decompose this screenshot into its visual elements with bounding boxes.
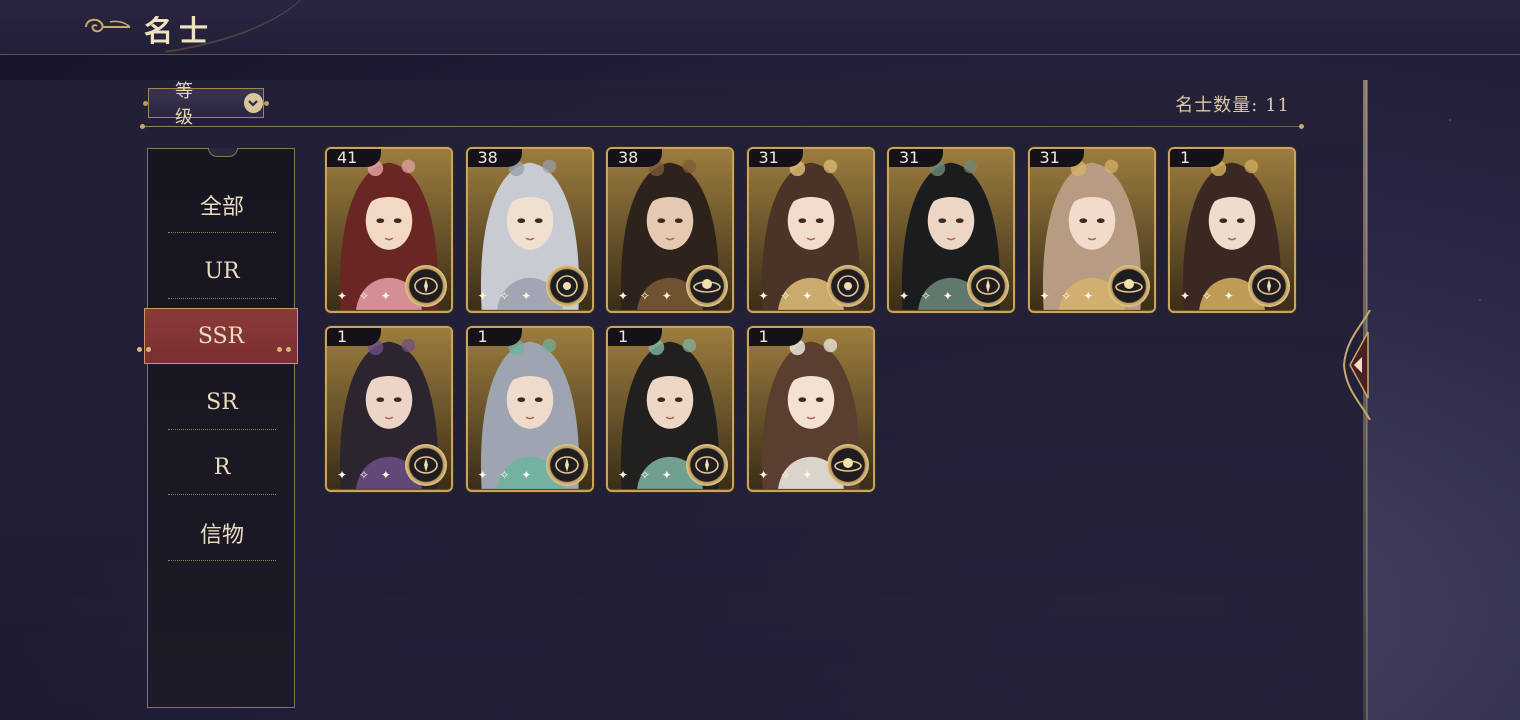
collapse-panel-tab[interactable] — [1340, 310, 1376, 420]
menu-separator — [168, 429, 276, 430]
scholar-card[interactable]: 41 ✦ ✧ ✦ — [325, 147, 453, 313]
level-badge: 38 — [467, 149, 522, 167]
menu-separator — [168, 232, 276, 233]
top-bar: 名士 — [0, 0, 1520, 55]
scholar-card[interactable]: 38 ✦ ✧ ✦ — [606, 147, 734, 313]
menu-separator — [168, 298, 276, 299]
scholar-card[interactable]: 1 ✦ ✧ ✦ — [325, 326, 453, 492]
sparkle-icon: ✦ ✧ ✦ — [1039, 289, 1098, 303]
page-title: 名士 — [144, 14, 215, 48]
level-badge: 1 — [748, 328, 803, 346]
sparkle-icon: ✦ ✧ ✦ — [477, 468, 536, 482]
scholar-card[interactable]: 31 ✦ ✧ ✦ — [887, 147, 1015, 313]
menu-item-label: UR — [204, 258, 240, 284]
level-badge: 1 — [327, 328, 381, 346]
sparkle-icon: ✦ ✧ ✦ — [758, 289, 817, 303]
sort-dropdown[interactable]: 等级 — [143, 81, 269, 128]
planet-icon — [826, 444, 869, 486]
menu-item-ssr[interactable]: SSR — [137, 308, 298, 364]
sparkle-icon: ✦ ✧ ✦ — [899, 289, 957, 303]
planet-icon — [1107, 265, 1150, 307]
compass-icon — [545, 444, 588, 486]
scholar-card[interactable]: 38 ✦ ✧ ✦ — [465, 147, 594, 313]
cloud-swirl-icon — [85, 18, 131, 33]
scholar-card[interactable]: 31 ✦ ✧ ✦ — [1027, 147, 1156, 313]
sparkle-icon: ✦ ✧ ✦ — [337, 468, 395, 482]
orbit-icon — [545, 265, 588, 307]
menu-item-ur[interactable]: UR — [148, 243, 296, 299]
level-badge: 1 — [467, 328, 522, 346]
sparkle-icon: ✦ ✧ ✦ — [1180, 289, 1238, 303]
menu-notch — [208, 148, 238, 157]
scholar-card[interactable]: 1 ✦ ✧ ✦ — [1168, 147, 1296, 313]
ornament-dots-right — [277, 333, 305, 352]
sparkle-icon: ✦ ✧ ✦ — [618, 289, 676, 303]
sparkle-icon: ✦ ✧ ✦ — [758, 468, 817, 482]
sparkle-icon: ✦ ✧ ✦ — [618, 468, 676, 482]
level-badge: 31 — [889, 149, 943, 167]
compass-icon — [405, 265, 447, 307]
level-badge: 1 — [1170, 149, 1224, 167]
menu-item-r[interactable]: R — [148, 439, 296, 495]
menu-separator — [168, 494, 276, 495]
level-badge: 31 — [1029, 149, 1084, 167]
menu-item-label: 全部 — [199, 195, 244, 220]
compass-icon — [1248, 265, 1290, 307]
menu-separator — [168, 560, 276, 561]
compass-icon — [405, 444, 447, 486]
menu-item-label: SSR — [197, 323, 245, 349]
menu-item-label: 信物 — [199, 523, 244, 548]
compass-icon — [967, 265, 1009, 307]
level-badge: 31 — [748, 149, 803, 167]
compass-icon — [686, 444, 728, 486]
orbit-icon — [826, 265, 869, 307]
chevron-down-icon — [243, 93, 263, 113]
sparkle-icon: ✦ ✧ ✦ — [337, 289, 395, 303]
sort-label: 等级 — [175, 81, 193, 128]
scholar-card[interactable]: 1 ✦ ✧ ✦ — [606, 326, 734, 492]
level-badge: 38 — [608, 149, 662, 167]
header-divider — [140, 124, 1304, 129]
sparkle-icon: ✦ ✧ ✦ — [477, 289, 536, 303]
menu-item-label: SR — [206, 389, 238, 415]
rarity-menu: 全部 UR SSR SR R 信物 — [137, 148, 298, 708]
menu-item-label: R — [213, 454, 231, 480]
scholar-count: 名士数量: 11 — [1175, 95, 1290, 116]
ornament-dots-left — [137, 333, 165, 352]
menu-item-all[interactable]: 全部 — [148, 177, 296, 233]
level-badge: 41 — [327, 149, 381, 167]
scholar-card[interactable]: 1 ✦ ✧ ✦ — [746, 326, 875, 492]
menu-item-token[interactable]: 信物 — [148, 505, 296, 561]
menu-item-sr[interactable]: SR — [148, 374, 296, 430]
planet-icon — [686, 265, 728, 307]
scholar-card[interactable]: 1 ✦ ✧ ✦ — [465, 326, 594, 492]
scholar-card[interactable]: 31 ✦ ✧ ✦ — [746, 147, 875, 313]
level-badge: 1 — [608, 328, 662, 346]
